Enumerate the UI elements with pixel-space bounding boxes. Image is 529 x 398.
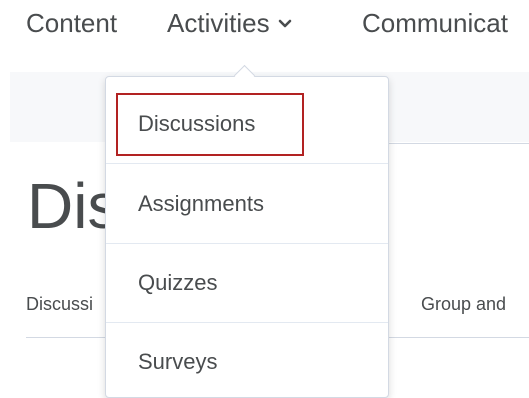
menu-item-label: Quizzes [138,270,218,295]
chevron-down-icon [278,19,291,28]
tab-group-and[interactable]: Group and [421,294,506,315]
nav-item-content[interactable]: Content [26,8,117,39]
divider [388,143,529,144]
menu-item-quizzes[interactable]: Quizzes [106,244,388,323]
menu-item-assignments[interactable]: Assignments [106,165,388,244]
menu-item-surveys[interactable]: Surveys [106,323,388,397]
menu-item-label: Assignments [138,191,264,216]
top-navbar: Content Activities Communicat [0,0,529,50]
menu-item-label: Discussions [138,111,256,136]
tab-discussions[interactable]: Discussi [26,294,93,315]
activities-dropdown-menu: Discussions Assignments Quizzes Surveys [105,76,389,398]
menu-item-discussions[interactable]: Discussions [106,85,388,164]
nav-item-communication[interactable]: Communicat [362,8,508,39]
nav-item-activities[interactable]: Activities [167,8,292,39]
nav-item-activities-label: Activities [167,8,270,38]
menu-item-label: Surveys [138,349,218,374]
